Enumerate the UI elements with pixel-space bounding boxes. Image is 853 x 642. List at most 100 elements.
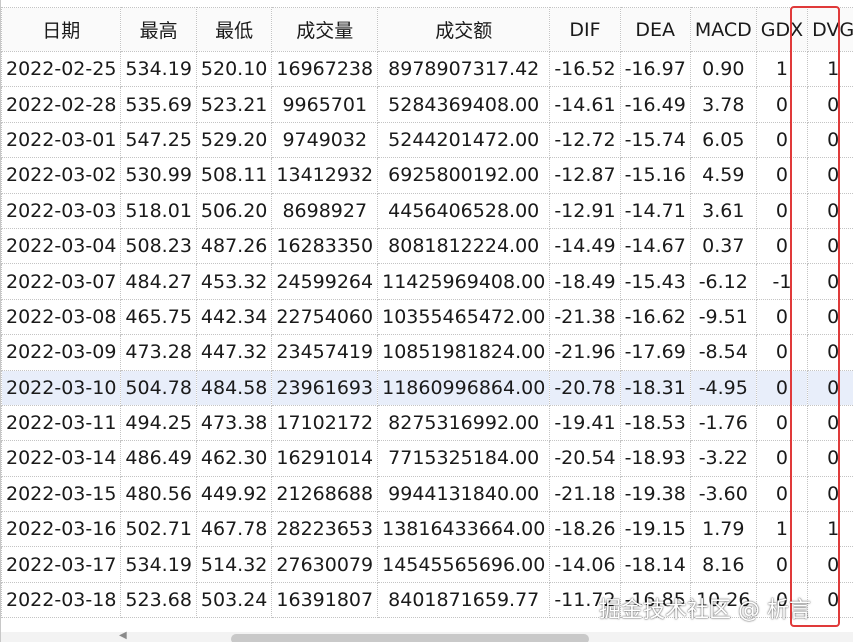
cell-high[interactable]: 484.27 (120, 263, 197, 300)
cell-high[interactable]: 486.49 (120, 440, 197, 477)
cell-high[interactable]: 494.25 (120, 404, 197, 442)
column-header-volume[interactable]: 成交量 (271, 7, 379, 52)
cell-dif[interactable]: -14.49 (549, 227, 621, 265)
cell-low[interactable]: 520.10 (195, 50, 273, 88)
column-header-low[interactable]: 最低 (195, 7, 273, 52)
table-row[interactable]: 2022-03-16 502.71 467.78 28223653 1381643366… (1, 511, 853, 548)
cell-macd[interactable]: -8.54 (689, 334, 757, 371)
cell-volume[interactable]: 23961693 (271, 369, 379, 406)
cell-date[interactable]: 2022-02-28 (1, 86, 122, 123)
cell-gdx[interactable]: -1 (755, 263, 809, 300)
cell-volume[interactable]: 27630079 (271, 546, 379, 583)
table-row[interactable]: 2022-02-25 534.19 520.10 16967238 8978907317… (1, 50, 853, 88)
cell-volume[interactable]: 17102172 (271, 404, 379, 442)
cell-low[interactable]: 447.32 (195, 334, 273, 371)
cell-macd[interactable]: 3.61 (689, 192, 757, 229)
cell-dea[interactable]: -18.53 (619, 404, 691, 442)
cell-gdx[interactable]: 1 (755, 50, 809, 88)
cell-macd[interactable]: -3.22 (689, 440, 757, 477)
cell-gdx[interactable]: 0 (755, 334, 809, 371)
column-header-macd[interactable]: MACD (689, 7, 757, 52)
cell-dvg[interactable]: 0 (807, 475, 853, 513)
cell-date[interactable]: 2022-03-17 (1, 546, 122, 583)
cell-amount[interactable]: 11425969408.00 (377, 263, 551, 300)
cell-dif[interactable]: -20.54 (549, 440, 621, 477)
cell-high[interactable]: 547.25 (120, 121, 197, 159)
cell-amount[interactable]: 8978907317.42 (377, 50, 551, 88)
cell-dvg[interactable]: 0 (807, 404, 853, 442)
cell-date[interactable]: 2022-03-07 (1, 263, 122, 300)
cell-dea[interactable]: -18.31 (619, 369, 691, 406)
cell-dif[interactable]: -18.49 (549, 263, 621, 300)
cell-gdx[interactable]: 0 (755, 475, 809, 513)
cell-high[interactable]: 530.99 (120, 157, 197, 194)
cell-dvg[interactable]: 0 (807, 440, 853, 477)
cell-macd[interactable]: 6.05 (689, 121, 757, 159)
cell-amount[interactable]: 6925800192.00 (377, 157, 551, 194)
cell-gdx[interactable]: 0 (755, 157, 809, 194)
cell-low[interactable]: 503.24 (195, 581, 273, 619)
cell-macd[interactable]: 8.16 (689, 546, 757, 583)
cell-dvg[interactable]: 0 (807, 581, 853, 619)
cell-dif[interactable]: -18.26 (549, 511, 621, 548)
cell-amount[interactable]: 11860996864.00 (377, 369, 551, 406)
cell-date[interactable]: 2022-03-03 (1, 192, 122, 229)
cell-date[interactable]: 2022-03-16 (1, 511, 122, 548)
cell-dvg[interactable]: 1 (807, 50, 853, 88)
cell-volume[interactable]: 16391807 (271, 581, 379, 619)
cell-dvg[interactable]: 0 (807, 157, 853, 194)
cell-dea[interactable]: -18.14 (619, 546, 691, 583)
cell-volume[interactable]: 24599264 (271, 263, 379, 300)
cell-dea[interactable]: -16.97 (619, 50, 691, 88)
cell-dvg[interactable]: 0 (807, 369, 853, 406)
cell-dea[interactable]: -19.38 (619, 475, 691, 513)
cell-amount[interactable]: 8081812224.00 (377, 227, 551, 265)
cell-gdx[interactable]: 0 (755, 546, 809, 583)
cell-macd[interactable]: 1.79 (689, 511, 757, 548)
cell-dea[interactable]: -16.49 (619, 86, 691, 123)
table-row[interactable]: 2022-03-01 547.25 529.20 9749032 5244201472.… (1, 121, 853, 159)
table-row[interactable]: 2022-03-15 480.56 449.92 21268688 9944131840… (1, 475, 853, 513)
cell-date[interactable]: 2022-03-15 (1, 475, 122, 513)
cell-dvg[interactable]: 0 (807, 263, 853, 300)
cell-amount[interactable]: 4456406528.00 (377, 192, 551, 229)
cell-dif[interactable]: -21.18 (549, 475, 621, 513)
cell-gdx[interactable]: 0 (755, 86, 809, 123)
cell-dvg[interactable]: 0 (807, 121, 853, 159)
cell-dif[interactable]: -12.91 (549, 192, 621, 229)
cell-low[interactable]: 473.38 (195, 404, 273, 442)
cell-gdx[interactable]: 0 (755, 404, 809, 442)
cell-volume[interactable]: 21268688 (271, 475, 379, 513)
cell-high[interactable]: 508.23 (120, 227, 197, 265)
cell-dvg[interactable]: 0 (807, 298, 853, 336)
cell-high[interactable]: 502.71 (120, 511, 197, 548)
cell-amount[interactable]: 13816433664.00 (377, 511, 551, 548)
cell-dvg[interactable]: 0 (807, 192, 853, 229)
cell-high[interactable]: 465.75 (120, 298, 197, 336)
cell-volume[interactable]: 22754060 (271, 298, 379, 336)
cell-dea[interactable]: -17.69 (619, 334, 691, 371)
column-header-date[interactable]: 日期 (1, 7, 122, 52)
table-row[interactable]: 2022-03-10 504.78 484.58 23961693 1186099686… (1, 369, 853, 406)
cell-date[interactable]: 2022-03-10 (1, 369, 122, 406)
cell-date[interactable]: 2022-03-09 (1, 334, 122, 371)
cell-low[interactable]: 529.20 (195, 121, 273, 159)
cell-dvg[interactable]: 0 (807, 334, 853, 371)
cell-dif[interactable]: -14.06 (549, 546, 621, 583)
cell-macd[interactable]: 0.90 (689, 50, 757, 88)
cell-amount[interactable]: 5244201472.00 (377, 121, 551, 159)
cell-amount[interactable]: 10355465472.00 (377, 298, 551, 336)
cell-amount[interactable]: 5284369408.00 (377, 86, 551, 123)
scroll-left-arrow-icon[interactable]: ◀ (119, 630, 129, 642)
cell-high[interactable]: 518.01 (120, 192, 197, 229)
column-header-high[interactable]: 最高 (120, 7, 197, 52)
cell-dea[interactable]: -15.16 (619, 157, 691, 194)
column-header-gdx[interactable]: GDX (755, 7, 809, 52)
cell-dif[interactable]: -14.61 (549, 86, 621, 123)
table-row[interactable]: 2022-03-07 484.27 453.32 24599264 1142596940… (1, 263, 853, 300)
cell-amount[interactable]: 8275316992.00 (377, 404, 551, 442)
cell-date[interactable]: 2022-03-14 (1, 440, 122, 477)
cell-dif[interactable]: -21.96 (549, 334, 621, 371)
cell-macd[interactable]: 0.37 (689, 227, 757, 265)
column-header-dif[interactable]: DIF (549, 7, 621, 52)
